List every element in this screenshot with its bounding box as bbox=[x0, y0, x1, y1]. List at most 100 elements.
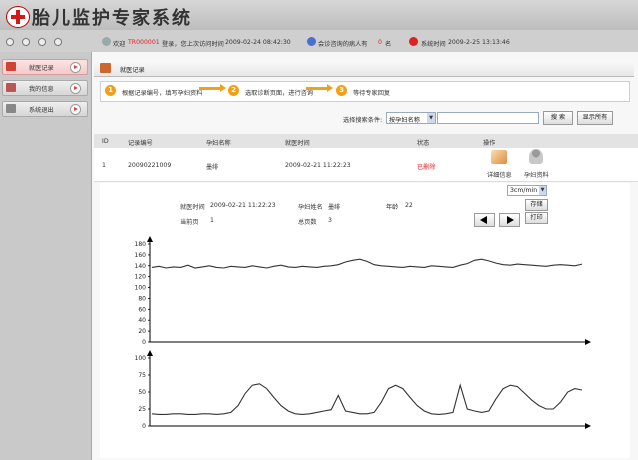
y-axis-arrow bbox=[147, 350, 153, 356]
arrow-right-icon bbox=[70, 62, 81, 73]
y-tick-label: 0 bbox=[142, 423, 146, 430]
step-text: 选取诊断页面，进行咨询 bbox=[245, 90, 314, 97]
total-pages-value: 3 bbox=[328, 217, 332, 224]
next-page-button[interactable] bbox=[499, 213, 520, 227]
search-input[interactable] bbox=[437, 112, 539, 124]
col-header-name: 孕妇名称 bbox=[206, 140, 231, 147]
nav-radio-4[interactable] bbox=[54, 38, 62, 46]
step-number: 1 bbox=[105, 85, 116, 96]
search-field-select[interactable]: 按孕妇名称 ▼ bbox=[386, 112, 436, 124]
info-card-icon bbox=[6, 83, 16, 92]
consult-unit: 名 bbox=[385, 41, 392, 48]
sidebar-item-label: 系统退出 bbox=[29, 107, 54, 114]
show-all-button[interactable]: 显示所有 bbox=[577, 111, 613, 125]
triangle-left-icon bbox=[480, 216, 487, 224]
user-icon bbox=[102, 37, 111, 46]
series-line bbox=[151, 258, 583, 269]
system-time: 2009-2-25 13:13:46 bbox=[448, 39, 510, 46]
step-arrow-icon bbox=[306, 84, 333, 92]
details-icon[interactable] bbox=[491, 150, 507, 164]
page-title: 就医记录 bbox=[120, 67, 145, 74]
sidebar-item-my-info[interactable]: 我的信息 bbox=[2, 80, 88, 96]
cell-status: 已删除 bbox=[417, 164, 436, 171]
y-axis-arrow bbox=[147, 236, 153, 242]
col-header-id: ID bbox=[102, 138, 109, 145]
patient-name-label: 孕妇姓名 bbox=[298, 204, 323, 211]
col-header-action: 操作 bbox=[483, 140, 496, 147]
details-link[interactable]: 详细信息 bbox=[487, 170, 512, 179]
record-icon bbox=[100, 63, 111, 73]
consult-count: 0 bbox=[378, 39, 382, 46]
uterine-contraction-chart: 0 25 50 75 100 bbox=[135, 350, 591, 430]
chevron-down-icon: ▼ bbox=[539, 186, 546, 195]
y-tick-label: 180 bbox=[135, 241, 147, 248]
sidebar-item-label: 我的信息 bbox=[29, 86, 54, 93]
sidebar-item-label: 就医记录 bbox=[29, 65, 54, 72]
speed-select[interactable]: 3cm/min ▼ bbox=[507, 185, 547, 196]
visit-time-value: 2009-02-21 11:22:23 bbox=[210, 202, 276, 209]
step-number: 3 bbox=[336, 85, 347, 96]
arrow-right-icon bbox=[70, 104, 81, 115]
y-tick-label: 75 bbox=[138, 372, 146, 379]
y-tick-label: 160 bbox=[135, 252, 147, 259]
systime-label: 系统时间 bbox=[421, 41, 446, 48]
person-icon[interactable] bbox=[529, 149, 543, 164]
search-button[interactable]: 搜 索 bbox=[543, 111, 573, 125]
info-icon bbox=[307, 37, 316, 46]
cell-name: 墨绯 bbox=[206, 164, 219, 171]
table-header bbox=[94, 134, 638, 148]
speed-value: 3cm/min bbox=[510, 187, 538, 194]
search-label: 选择搜索条件: bbox=[343, 117, 383, 124]
y-tick-label: 120 bbox=[135, 274, 147, 281]
cell-id: 1 bbox=[102, 162, 106, 169]
y-tick-label: 100 bbox=[135, 355, 147, 362]
y-tick-label: 20 bbox=[138, 328, 146, 335]
step-text: 等待专家回复 bbox=[353, 90, 391, 97]
total-pages-label: 总页数 bbox=[298, 219, 317, 226]
record-icon bbox=[6, 62, 16, 71]
current-page-value: 1 bbox=[210, 217, 214, 224]
red-cross-logo-icon bbox=[6, 6, 30, 28]
y-tick-label: 140 bbox=[135, 263, 147, 270]
alert-icon bbox=[409, 37, 418, 46]
table-row[interactable] bbox=[94, 148, 638, 182]
chevron-down-icon: ▼ bbox=[427, 113, 435, 123]
welcome-prefix: 欢迎 bbox=[113, 41, 126, 48]
prev-page-button[interactable] bbox=[474, 213, 495, 227]
exit-icon bbox=[6, 104, 16, 113]
age-label: 年龄 bbox=[386, 204, 399, 211]
app-title: 胎儿监护专家系统 bbox=[32, 8, 192, 29]
sidebar-item-records[interactable]: 就医记录 bbox=[2, 59, 88, 75]
step-number: 2 bbox=[228, 85, 239, 96]
step-text: 根据记录编号，填写孕妇资料 bbox=[122, 90, 203, 97]
nav-radio-3[interactable] bbox=[38, 38, 46, 46]
y-tick-label: 25 bbox=[138, 406, 146, 413]
y-tick-label: 40 bbox=[138, 317, 146, 324]
print-button[interactable]: 打印 bbox=[525, 212, 548, 224]
sidebar-item-logout[interactable]: 系统退出 bbox=[2, 101, 88, 117]
nav-radio-2[interactable] bbox=[22, 38, 30, 46]
y-tick-label: 100 bbox=[135, 285, 147, 292]
nav-radio-1[interactable] bbox=[6, 38, 14, 46]
user-id: TR000001 bbox=[128, 39, 160, 46]
fetal-monitor-charts: 0 20 40 60 80 100 120 140 160 180 0 25 50 75 100 bbox=[135, 236, 591, 430]
cell-time: 2009-02-21 11:22:23 bbox=[285, 162, 351, 169]
y-tick-label: 50 bbox=[138, 389, 146, 396]
fhr-chart: 0 20 40 60 80 100 120 140 160 180 bbox=[135, 236, 591, 346]
profile-link[interactable]: 孕妇资料 bbox=[524, 170, 549, 179]
x-axis-arrow bbox=[585, 339, 591, 345]
login-text: 登录，您上次访问时间 bbox=[162, 41, 224, 48]
visit-time-label: 就医时间 bbox=[180, 204, 205, 211]
y-tick-label: 0 bbox=[142, 339, 146, 346]
x-axis-arrow bbox=[585, 423, 591, 429]
page-title-bar: 就医记录 bbox=[94, 60, 634, 77]
y-tick-label: 80 bbox=[138, 295, 146, 302]
consult-text: 会诊咨询的病人有 bbox=[318, 41, 368, 48]
series-line bbox=[151, 383, 583, 415]
patient-name-value: 墨绯 bbox=[328, 204, 341, 211]
current-page-label: 当前页 bbox=[180, 219, 199, 226]
cell-record-no: 20090221009 bbox=[128, 162, 172, 169]
save-button[interactable]: 存储 bbox=[525, 199, 548, 211]
arrow-right-icon bbox=[70, 83, 81, 94]
age-value: 22 bbox=[405, 202, 413, 209]
